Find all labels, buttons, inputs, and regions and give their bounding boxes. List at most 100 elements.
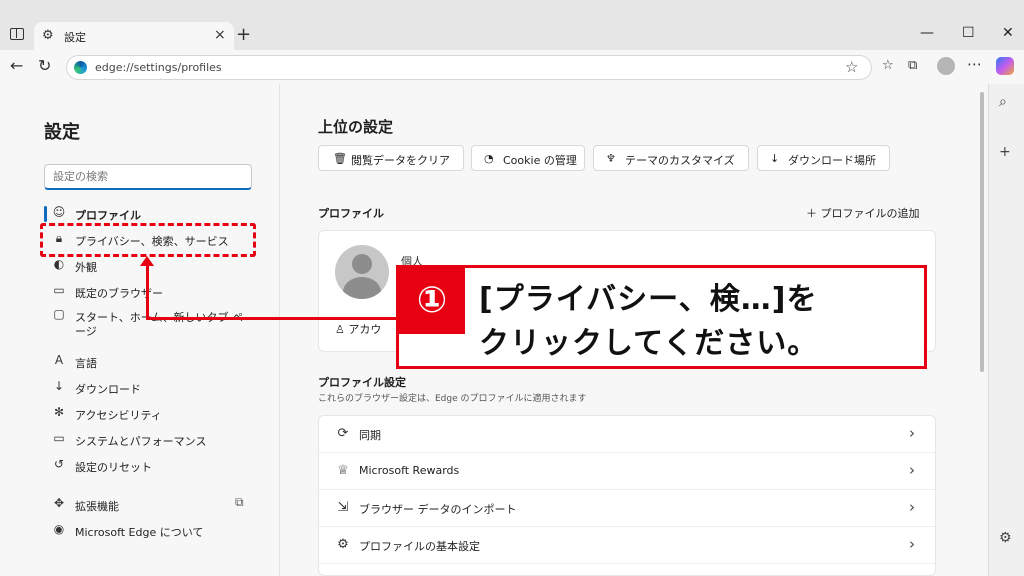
minimize-icon[interactable]: —: [920, 25, 934, 41]
home-icon: ▢: [53, 307, 65, 321]
list-item-label: Microsoft Rewards: [359, 464, 460, 477]
language-icon: A: [54, 353, 64, 367]
sidebar-item-about[interactable]: ◉ Microsoft Edge について: [40, 519, 270, 543]
arrow-line-vertical: [146, 264, 149, 320]
step-number: ①: [399, 268, 465, 334]
profile-prefs-icon: ⚙: [337, 537, 349, 552]
browser-icon: ▭: [53, 283, 65, 297]
sidebar-item-label: 既定のブラウザー: [75, 287, 163, 300]
sidebar-item-reset[interactable]: ↺ 設定のリセット: [40, 454, 270, 478]
copilot-icon[interactable]: [996, 57, 1014, 75]
chevron-right-icon: ›: [909, 461, 915, 479]
account-label: アカウ: [348, 323, 382, 336]
sidebar-item-label: Microsoft Edge について: [75, 526, 204, 539]
accessibility-icon: ✻: [53, 405, 65, 419]
settings-sidebar: 設定 ☺ プロファイル 🔒︎ プライバシー、検索、サービス ◐ 外観 ▭ 既定の…: [0, 84, 280, 576]
manage-cookies-button[interactable]: ◔ Cookie の管理: [471, 145, 585, 171]
sidebar-item-label: 外観: [75, 261, 97, 274]
sidebar-item-label: 設定のリセット: [75, 461, 152, 474]
list-item-import[interactable]: ⇲ ブラウザー データのインポート ›: [319, 490, 935, 527]
customize-theme-button[interactable]: ♆ テーマのカスタマイズ: [593, 145, 749, 171]
profile-settings-list: ⟳ 同期 › ♕ Microsoft Rewards › ⇲ ブラウザー データ…: [318, 415, 936, 576]
maximize-icon[interactable]: ☐: [962, 25, 975, 41]
instruction-line-2: クリックしてください。: [479, 326, 819, 361]
account-row[interactable]: ♙ アカウ: [335, 321, 381, 337]
gear-icon[interactable]: ⚙: [999, 530, 1012, 546]
screenshot-icon[interactable]: ⧉: [908, 58, 917, 73]
profile-settings-subtitle: これらのブラウザー設定は、Edge のプロファイルに適用されます: [318, 394, 587, 404]
download-location-button[interactable]: ↓ ダウンロード場所: [757, 145, 890, 171]
import-icon: ⇲: [337, 500, 349, 515]
profile-icon: ☺: [52, 205, 66, 219]
edge-icon: ◉: [53, 522, 65, 536]
list-item-label: プロファイルの基本設定: [359, 540, 480, 553]
tab-title: 設定: [64, 31, 86, 44]
scrollbar[interactable]: [980, 92, 984, 372]
settings-title: 設定: [44, 122, 80, 143]
sidebar-item-extensions[interactable]: ✥ 拡張機能 ⧉: [40, 493, 270, 517]
sidebar-item-label: ダウンロード: [75, 383, 141, 396]
address-bar[interactable]: edge://settings/profiles ☆: [66, 55, 872, 80]
extensions-icon: ✥: [53, 496, 65, 510]
instruction-line-1: [プライバシー、検…]を: [479, 282, 818, 317]
sidebar-item-label-cont: ージ: [75, 325, 97, 338]
sidebar-item-label: システムとパフォーマンス: [75, 435, 207, 448]
button-label: 閲覧データをクリア: [351, 154, 450, 167]
more-icon[interactable]: ⋯: [967, 55, 983, 73]
search-icon[interactable]: ⌕: [999, 94, 1007, 110]
refresh-icon[interactable]: ↻: [38, 56, 51, 75]
sidebar-item-label: アクセシビリティ: [75, 409, 162, 422]
new-tab-icon[interactable]: +: [236, 24, 251, 45]
chevron-right-icon: ›: [909, 424, 915, 442]
chevron-right-icon: ›: [909, 535, 915, 553]
address-toolbar: ← ↻ edge://settings/profiles ☆ ☆ ⧉ ⋯: [0, 50, 1024, 84]
active-indicator: [44, 206, 47, 222]
edge-icon: [74, 61, 87, 74]
person-icon: ♙: [335, 323, 349, 336]
edge-sidebar: ⌕ + ⚙: [988, 84, 1024, 576]
favorites-icon[interactable]: ☆: [882, 58, 894, 73]
add-profile-label: プロファイルの追加: [820, 207, 920, 220]
profile-avatar-icon[interactable]: [937, 57, 955, 75]
window-menu-icon[interactable]: [10, 28, 24, 40]
sidebar-item-system[interactable]: ▭ システムとパフォーマンス: [40, 428, 270, 452]
list-item-sync[interactable]: ⟳ 同期 ›: [319, 416, 935, 453]
favorite-star-icon[interactable]: ☆: [845, 58, 858, 76]
list-item-profile-prefs[interactable]: ⚙ プロファイルの基本設定 ›: [319, 527, 935, 564]
list-item-rewards[interactable]: ♕ Microsoft Rewards ›: [319, 453, 935, 490]
page-title: 上位の設定: [318, 118, 394, 136]
list-item-label: ブラウザー データのインポート: [359, 503, 517, 516]
list-item-label: 同期: [359, 429, 381, 442]
button-label: テーマのカスタマイズ: [625, 154, 735, 167]
sidebar-item-downloads[interactable]: ↓ ダウンロード: [40, 376, 270, 400]
sidebar-item-appearance[interactable]: ◐ 外観: [40, 254, 270, 278]
search-input[interactable]: [44, 164, 252, 190]
close-icon[interactable]: ×: [214, 27, 226, 43]
reset-icon: ↺: [53, 457, 65, 471]
profile-avatar: [335, 245, 389, 299]
add-icon[interactable]: +: [999, 144, 1011, 160]
profile-settings-title: プロファイル設定: [318, 376, 406, 389]
gear-icon: ⚙: [42, 28, 54, 43]
button-label: ダウンロード場所: [788, 154, 876, 167]
appearance-icon: ◐: [53, 257, 65, 271]
chevron-right-icon: ›: [909, 498, 915, 516]
arrow-line-horizontal: [146, 317, 398, 320]
highlight-box: [40, 223, 256, 257]
external-link-icon: ⧉: [235, 495, 244, 509]
instruction-callout: ① [プライバシー、検…]を クリックしてください。: [396, 265, 927, 369]
close-window-icon[interactable]: ✕: [1002, 25, 1014, 41]
sidebar-item-default-browser[interactable]: ▭ 既定のブラウザー: [40, 280, 270, 304]
tab-strip: ⚙ 設定 × + — ☐ ✕: [0, 0, 1024, 50]
button-label: Cookie の管理: [503, 154, 577, 167]
sidebar-item-start-home[interactable]: ▢ スタート、ホーム、新しいタブ ペ ージ: [40, 304, 270, 340]
tab-settings[interactable]: ⚙ 設定 ×: [34, 22, 234, 50]
sidebar-item-label: 言語: [75, 357, 97, 370]
sidebar-item-accessibility[interactable]: ✻ アクセシビリティ: [40, 402, 270, 426]
download-icon: ↓: [53, 379, 65, 393]
sidebar-item-language[interactable]: A 言語: [40, 350, 270, 374]
clear-browsing-data-button[interactable]: 🗑︎ 閲覧データをクリア: [318, 145, 464, 171]
add-profile-button[interactable]: ＋ プロファイルの追加: [806, 205, 920, 221]
back-icon[interactable]: ←: [10, 56, 23, 75]
sync-icon: ⟳: [337, 426, 349, 441]
